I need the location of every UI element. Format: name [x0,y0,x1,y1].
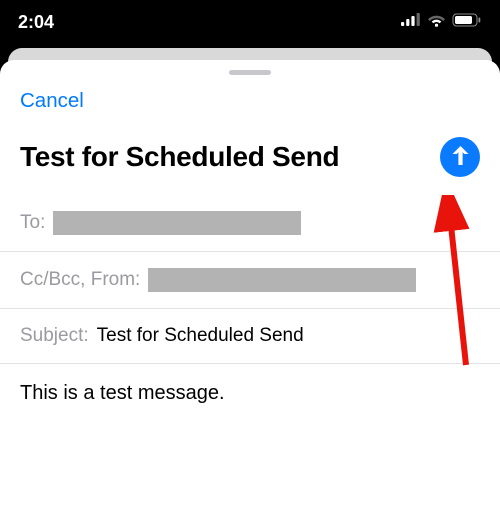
ccbcc-field-row[interactable]: Cc/Bcc, From: [0,252,500,309]
status-icons [401,13,482,32]
compose-sheet: Cancel Test for Scheduled Send To: Cc/Bc… [0,60,500,505]
cancel-button[interactable]: Cancel [20,89,84,113]
sheet-grabber[interactable] [229,70,271,75]
subject-label: Subject: [20,325,89,347]
compose-header: Cancel [0,83,500,119]
status-bar: 2:04 [0,0,500,44]
to-value-redacted [53,211,301,235]
send-button[interactable] [440,137,480,177]
status-time: 2:04 [18,12,54,33]
message-body[interactable]: This is a test message. [0,364,500,423]
arrow-up-icon [450,144,471,170]
subject-value: Test for Scheduled Send [97,325,304,347]
cellular-icon [401,13,421,31]
to-field-row[interactable]: To: [0,195,500,252]
compose-title: Test for Scheduled Send [20,141,339,173]
subject-field-row[interactable]: Subject: Test for Scheduled Send [0,309,500,364]
from-value-redacted [148,268,416,292]
battery-icon [452,13,482,32]
ccbcc-label: Cc/Bcc, From: [20,269,140,291]
compose-title-row: Test for Scheduled Send [0,119,500,195]
wifi-icon [427,13,446,32]
to-label: To: [20,212,45,234]
